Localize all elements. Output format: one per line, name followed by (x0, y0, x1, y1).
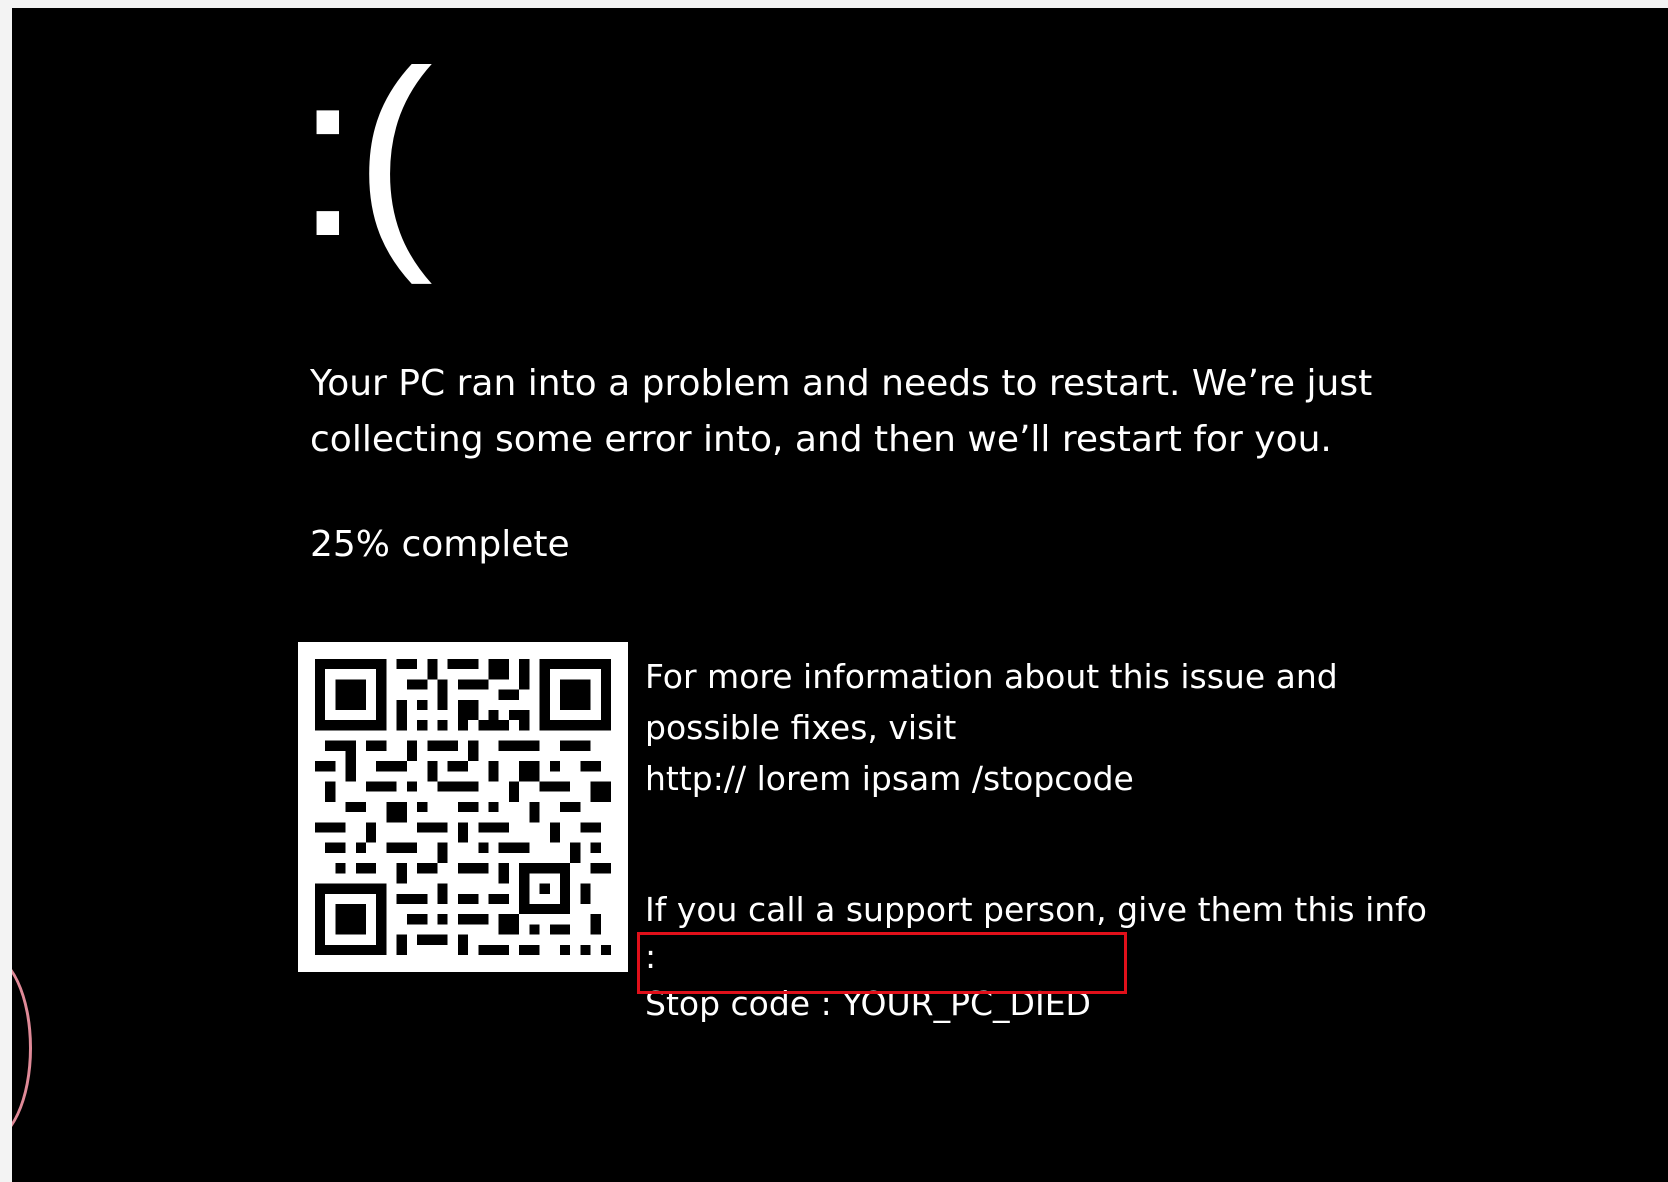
qr-code-icon (315, 659, 611, 955)
more-info-text: For more information about this issue an… (645, 657, 1338, 747)
stop-code-highlight-box (637, 932, 1127, 994)
stopcode-url: http:// lorem ipsam /stopcode (645, 759, 1134, 798)
sad-face-emoticon: :( (295, 22, 433, 286)
bsod-screen: :( Your PC ran into a problem and needs … (12, 8, 1668, 1182)
more-info-block: For more information about this issue an… (645, 651, 1445, 804)
qr-code (298, 642, 628, 972)
error-message: Your PC ran into a problem and needs to … (310, 363, 1373, 460)
progress-status: 25% complete (310, 524, 570, 565)
edge-decoration (12, 953, 32, 1143)
